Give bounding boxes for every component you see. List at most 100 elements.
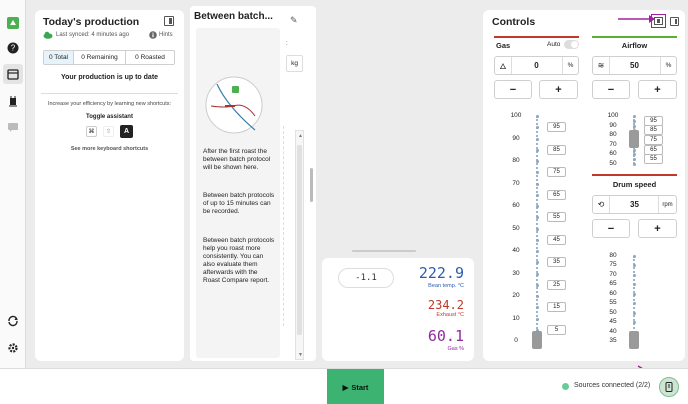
unit-kg-box[interactable]: kg xyxy=(286,55,303,72)
a-key: A xyxy=(120,125,133,138)
slider-tick-dot xyxy=(632,115,636,118)
slider-tick-label: 50 xyxy=(609,308,617,316)
tab-roasted[interactable]: 0 Roasted xyxy=(126,51,174,64)
start-button[interactable]: ▶ Start xyxy=(327,369,384,404)
production-icon[interactable] xyxy=(3,64,23,84)
slider-tick-dot xyxy=(632,255,636,258)
slider-tick-label: 80 xyxy=(512,157,520,164)
production-panel: Today's production Last synced: 4 minute… xyxy=(35,10,184,361)
colon-label: : xyxy=(286,41,288,47)
between-batch-scrollbar[interactable]: ▲ ▼ xyxy=(295,130,304,360)
scroll-thumb[interactable] xyxy=(297,145,302,335)
between-batch-text-1: After the first roast the between batch … xyxy=(203,148,271,171)
slider-tick-dot xyxy=(535,115,539,118)
slider-tick-label: 60 xyxy=(609,150,617,158)
tab-total[interactable]: 0 Total xyxy=(44,51,74,64)
roaster-icon[interactable] xyxy=(3,91,23,111)
app-logo-icon[interactable] xyxy=(3,13,23,33)
slider-tick-dot xyxy=(535,193,539,197)
slider-tick-dot xyxy=(535,182,539,186)
slider-knob[interactable] xyxy=(532,331,542,349)
comments-icon[interactable] xyxy=(3,117,23,137)
gas-plus-button[interactable]: + xyxy=(539,80,578,99)
sources-status-dot xyxy=(562,383,569,390)
gas-value-field[interactable]: 🜂 0 % xyxy=(494,56,579,75)
slider-tick-box: 65 xyxy=(644,144,663,155)
slider-tick-label: 40 xyxy=(512,247,520,254)
roast-curve-illustration xyxy=(205,76,263,134)
gas-label: Gas xyxy=(496,41,511,50)
slider-tick-label: 20 xyxy=(512,292,520,299)
fan-icon: ≋ xyxy=(593,57,610,74)
slider-tick-label: 80 xyxy=(609,131,617,139)
auto-label: Auto xyxy=(547,41,561,48)
slider-tick-box: 15 xyxy=(547,302,566,313)
help-icon[interactable]: ? xyxy=(3,38,23,58)
slider-tick-dot xyxy=(632,292,636,296)
assistant-toggle-button[interactable] xyxy=(659,377,679,397)
slider-tick-label: 80 xyxy=(609,252,617,259)
slider-tick-box: 35 xyxy=(547,257,566,268)
slider-tick-box: 95 xyxy=(644,115,663,126)
info-icon xyxy=(149,31,157,39)
start-label: Start xyxy=(351,382,369,392)
horizontal-resize-handle[interactable] xyxy=(352,250,416,252)
shortcut-keys: ⌘ ⇧ A xyxy=(86,125,133,138)
airflow-accent-bar xyxy=(592,36,677,38)
airflow-plus-button[interactable]: + xyxy=(638,80,677,99)
divider xyxy=(41,93,178,94)
gas-reading-label: Gas % xyxy=(447,346,464,352)
slider-knob[interactable] xyxy=(629,331,639,349)
airflow-label: Airflow xyxy=(621,41,648,50)
slider-tick-dot xyxy=(535,261,539,265)
panel-resize-handle[interactable] xyxy=(310,168,313,202)
annotation-arrow-top xyxy=(618,15,655,23)
slider-track[interactable] xyxy=(633,256,635,341)
sync-icon[interactable] xyxy=(3,311,23,331)
slider-tick-dot xyxy=(535,137,539,141)
slider-tick-dot xyxy=(535,306,539,310)
slider-tick-box: 45 xyxy=(547,234,566,245)
slider-knob[interactable] xyxy=(629,130,639,148)
drum-value: 35 xyxy=(630,200,639,209)
slider-tick-label: 90 xyxy=(609,121,617,129)
sources-connected-text[interactable]: Sources connected (2/2) xyxy=(574,382,650,389)
rotate-icon: ⟲ xyxy=(593,196,610,213)
tab-remaining[interactable]: 0 Remaining xyxy=(74,51,126,64)
slider-tick-dot xyxy=(535,238,539,242)
slider-tick-label: 40 xyxy=(609,327,617,335)
shift-key: ⇧ xyxy=(103,126,114,137)
slider-tick-label: 70 xyxy=(609,270,617,278)
slider-tick-label: 75 xyxy=(609,261,617,269)
slider-tick-label: 70 xyxy=(609,140,617,148)
controls-panel-toggle-icon[interactable] xyxy=(670,17,679,26)
slider-tick-box: 65 xyxy=(547,189,566,200)
airflow-value-field[interactable]: ≋ 50 % xyxy=(592,56,677,75)
drum-value-field[interactable]: ⟲ 35 rpm xyxy=(592,195,677,214)
slider-tick-label: 100 xyxy=(607,112,619,119)
auto-toggle[interactable] xyxy=(564,40,579,49)
slider-tick-dot xyxy=(632,119,636,123)
airflow-minus-button[interactable]: − xyxy=(592,80,630,99)
readings-panel: -1.1 222.9 Bean temp. °C 234.2 Exhaust °… xyxy=(322,258,474,361)
exhaust-label: Exhaust °C xyxy=(436,312,464,318)
slider-tick-label: 65 xyxy=(609,280,617,288)
drum-plus-button[interactable]: + xyxy=(638,219,677,238)
settings-gear-icon[interactable] xyxy=(3,338,23,358)
gas-minus-button[interactable]: − xyxy=(494,80,532,99)
slider-tick-dot xyxy=(632,273,636,277)
edit-pencil-icon[interactable]: ✎ xyxy=(290,15,298,26)
controls-panel: Controls Gas Auto 🜂 0 % − + Airflow ≋ 50… xyxy=(483,10,685,361)
slider-tick-dot xyxy=(632,311,636,315)
hints-button[interactable]: Hints xyxy=(149,31,173,39)
see-more-shortcuts-link[interactable]: See more keyboard shortcuts xyxy=(35,146,184,152)
slider-tick-dot xyxy=(632,283,636,287)
slider-tick-label: 45 xyxy=(609,318,617,326)
slider-tick-dot xyxy=(535,171,539,175)
drop-zone-guide xyxy=(283,126,286,326)
slider-tick-dot xyxy=(632,321,636,325)
slider-tick-label: 55 xyxy=(609,299,617,307)
slider-tick-box: 75 xyxy=(547,167,566,178)
panel-toggle-icon[interactable] xyxy=(164,16,174,26)
drum-minus-button[interactable]: − xyxy=(592,219,630,238)
